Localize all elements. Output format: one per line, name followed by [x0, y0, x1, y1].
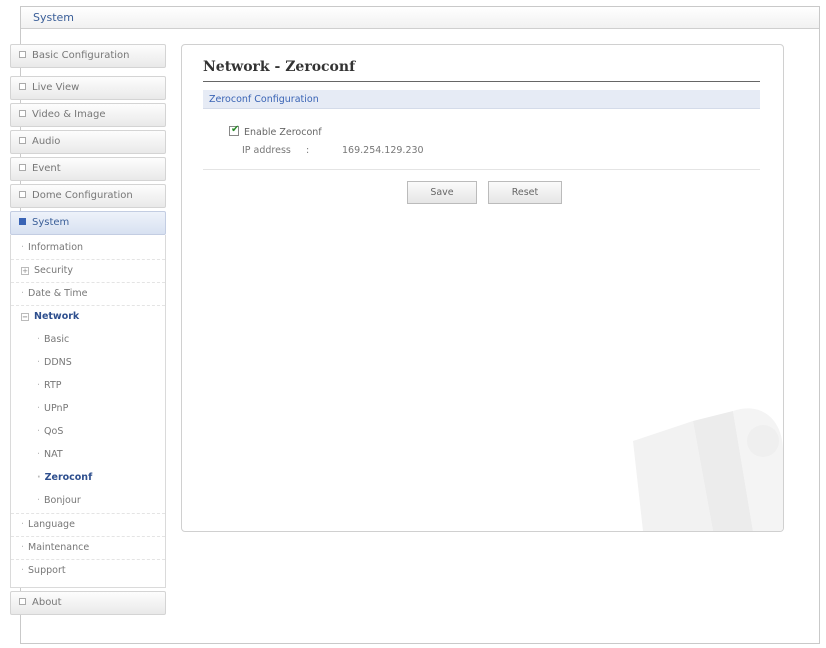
ip-address-label: IP address — [242, 145, 291, 156]
enable-zeroconf-row: ✔ Enable Zeroconf — [229, 124, 322, 138]
save-button[interactable]: Save — [407, 181, 477, 204]
menu-audio[interactable]: Audio — [10, 130, 166, 154]
check-icon: ✔ — [231, 124, 240, 135]
top-bar: System — [21, 7, 819, 29]
bullet-icon: · — [21, 242, 25, 253]
bullet-icon: · — [37, 472, 41, 483]
ip-address-row: IP address : 169.254.129.230 — [242, 145, 424, 156]
content-panel: Network - Zeroconf Zeroconf Configuratio… — [181, 44, 784, 532]
sidebar: Basic Configuration Live View Video & Im… — [10, 44, 166, 618]
menu-about[interactable]: About — [10, 591, 166, 615]
collapse-icon[interactable]: − — [21, 313, 29, 321]
sub-label: Security — [34, 265, 74, 276]
page-title: Network - Zeroconf — [203, 59, 356, 75]
sidebar-item-zeroconf[interactable]: · Zeroconf — [11, 467, 165, 490]
menu-label: Basic Configuration — [32, 50, 130, 61]
menu-event[interactable]: Event — [10, 157, 166, 181]
sidebar-item-ddns[interactable]: · DDNS — [11, 352, 165, 375]
bullet-icon: · — [37, 426, 41, 437]
sub-label: Zeroconf — [44, 472, 93, 483]
square-icon — [19, 83, 26, 90]
menu-live-view[interactable]: Live View — [10, 76, 166, 100]
menu-label: About — [32, 597, 62, 608]
form-divider — [203, 169, 760, 170]
square-icon — [19, 218, 26, 225]
enable-zeroconf-label: Enable Zeroconf — [244, 127, 322, 138]
expand-icon[interactable]: + — [21, 267, 29, 275]
sidebar-item-basic[interactable]: · Basic — [11, 329, 165, 352]
menu-basic-configuration[interactable]: Basic Configuration — [10, 44, 166, 68]
title-divider — [203, 81, 760, 82]
sub-label: Information — [28, 242, 84, 253]
sub-label: Network — [34, 311, 80, 322]
ip-address-value: 169.254.129.230 — [342, 145, 424, 156]
bullet-icon: · — [37, 334, 41, 345]
sidebar-item-upnp[interactable]: · UPnP — [11, 398, 165, 421]
menu-label: Live View — [32, 82, 80, 93]
sidebar-item-security[interactable]: + Security — [11, 260, 165, 283]
sidebar-item-language[interactable]: · Language — [11, 514, 165, 537]
sub-label: NAT — [44, 449, 63, 460]
bullet-icon: · — [37, 380, 41, 391]
sidebar-item-date-time[interactable]: · Date & Time — [11, 283, 165, 306]
sidebar-item-maintenance[interactable]: · Maintenance — [11, 537, 165, 560]
square-icon — [19, 191, 26, 198]
menu-label: Event — [32, 163, 61, 174]
menu-label: System — [32, 217, 70, 228]
sidebar-item-information[interactable]: · Information — [11, 237, 165, 260]
sub-label: Bonjour — [44, 495, 81, 506]
system-submenu: · Information + Security · Date & Time − Net… — [10, 235, 166, 588]
menu-label: Audio — [32, 136, 61, 147]
bullet-icon: · — [37, 357, 41, 368]
sidebar-item-nat[interactable]: · NAT — [11, 444, 165, 467]
window-title: System — [33, 11, 75, 24]
menu-label: Dome Configuration — [32, 190, 133, 201]
bullet-icon: · — [21, 519, 25, 530]
sub-label: Maintenance — [28, 542, 90, 553]
sub-label: DDNS — [44, 357, 72, 368]
menu-video-image[interactable]: Video & Image — [10, 103, 166, 127]
square-icon — [19, 137, 26, 144]
sidebar-item-rtp[interactable]: · RTP — [11, 375, 165, 398]
sidebar-item-bonjour[interactable]: · Bonjour — [11, 490, 165, 513]
watermark-graphic-icon — [633, 408, 783, 531]
sub-label: UPnP — [44, 403, 69, 414]
sub-label: QoS — [44, 426, 64, 437]
sub-label: Date & Time — [28, 288, 88, 299]
sidebar-item-network[interactable]: − Network — [11, 306, 165, 329]
sub-label: Support — [28, 565, 66, 576]
enable-zeroconf-checkbox[interactable]: ✔ — [229, 124, 240, 136]
bullet-icon: · — [21, 565, 25, 576]
sub-label: RTP — [44, 380, 62, 391]
bullet-icon: · — [37, 449, 41, 460]
square-icon — [19, 598, 26, 605]
reset-button[interactable]: Reset — [488, 181, 562, 204]
bullet-icon: · — [37, 495, 41, 506]
square-icon — [19, 110, 26, 117]
section-header: Zeroconf Configuration — [203, 90, 760, 109]
sidebar-item-qos[interactable]: · QoS — [11, 421, 165, 444]
sub-label: Basic — [44, 334, 70, 345]
bullet-icon: · — [21, 288, 25, 299]
menu-system[interactable]: System — [10, 211, 166, 235]
bullet-icon: · — [37, 403, 41, 414]
sidebar-item-support[interactable]: · Support — [11, 560, 165, 583]
bullet-icon: · — [21, 542, 25, 553]
ip-separator: : — [305, 145, 310, 156]
square-icon — [19, 164, 26, 171]
menu-dome-configuration[interactable]: Dome Configuration — [10, 184, 166, 208]
sub-label: Language — [28, 519, 75, 530]
menu-label: Video & Image — [32, 109, 106, 120]
square-icon — [19, 51, 26, 58]
network-submenu: · Basic · DDNS · RTP · UPnP · QoS · NAT · Zeroc… — [11, 329, 165, 514]
